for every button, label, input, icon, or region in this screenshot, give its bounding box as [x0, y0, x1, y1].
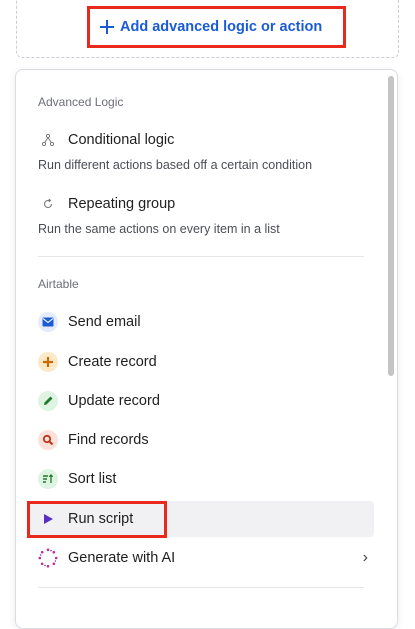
section-title-advanced-logic: Advanced Logic	[38, 95, 124, 109]
action-label: Create record	[68, 354, 157, 370]
play-icon	[38, 509, 58, 529]
pencil-icon	[38, 391, 58, 411]
menu-item-description: Run the same actions on every item in a …	[38, 222, 280, 236]
magnifier-icon	[38, 430, 58, 450]
menu-item-conditional-logic[interactable]: Conditional logic	[38, 132, 174, 148]
section-divider	[38, 587, 364, 588]
action-label: Sort list	[68, 471, 117, 487]
action-label: Find records	[68, 432, 149, 448]
add-advanced-logic-button[interactable]: Add advanced logic or action	[87, 6, 346, 48]
ai-sparkle-icon	[38, 548, 58, 568]
chevron-right-icon: ›	[362, 549, 368, 566]
action-label: Generate with AI	[68, 550, 176, 566]
menu-item-label: Repeating group	[68, 196, 176, 212]
email-icon	[38, 312, 58, 332]
action-run-script[interactable]: Run script	[28, 501, 374, 537]
section-title-airtable: Airtable	[38, 277, 79, 291]
action-label: Update record	[68, 393, 160, 409]
action-label: Run script	[68, 511, 134, 527]
action-sort-list[interactable]: Sort list	[28, 461, 374, 497]
action-create-record[interactable]: Create record	[28, 344, 374, 380]
action-update-record[interactable]: Update record	[28, 383, 374, 419]
menu-item-description: Run different actions based off a certai…	[38, 158, 313, 172]
plus-icon	[100, 20, 114, 34]
action-send-email[interactable]: Send email	[28, 304, 374, 340]
action-generate-with-ai[interactable]: Generate with AI ›	[28, 540, 374, 576]
scrollbar[interactable]	[388, 76, 394, 376]
plus-icon	[38, 352, 58, 372]
add-advanced-logic-label: Add advanced logic or action	[120, 19, 323, 35]
menu-item-label: Conditional logic	[68, 132, 175, 148]
menu-item-repeating-group[interactable]: Repeating group	[38, 196, 175, 212]
repeat-icon	[38, 198, 58, 210]
action-find-records[interactable]: Find records	[28, 422, 374, 458]
sort-icon	[38, 469, 58, 489]
action-label: Send email	[68, 314, 141, 330]
action-menu-panel: Advanced Logic Conditional logic Run dif…	[15, 69, 398, 629]
section-divider	[38, 256, 364, 257]
branch-icon	[38, 134, 58, 146]
